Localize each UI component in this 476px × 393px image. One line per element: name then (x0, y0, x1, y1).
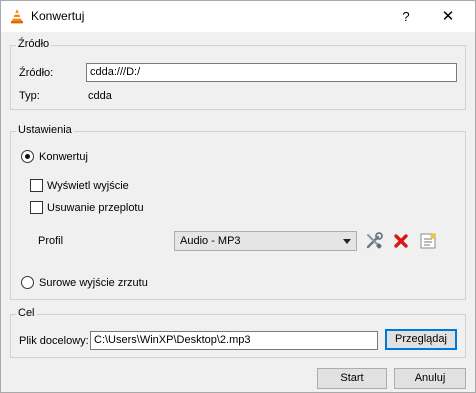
source-input[interactable]: cdda:///D:/ (86, 63, 457, 82)
dest-file-label: Plik docelowy: (19, 335, 89, 347)
close-button[interactable]: ✕ (437, 6, 459, 28)
target-group-title: Cel (16, 307, 37, 319)
help-button[interactable]: ? (396, 7, 416, 27)
convert-radio-label[interactable]: Konwertuj (39, 151, 88, 163)
raw-dump-radio[interactable] (21, 276, 34, 289)
wrench-screwdriver-icon[interactable] (364, 231, 384, 251)
settings-group-title: Ustawienia (16, 124, 74, 136)
type-value: cdda (88, 90, 112, 102)
show-output-checkbox[interactable] (30, 179, 43, 192)
vlc-cone-icon (11, 9, 23, 24)
profile-select[interactable]: Audio - MP3 (174, 231, 357, 251)
window-title: Konwertuj (31, 9, 85, 23)
new-document-icon[interactable] (418, 231, 438, 251)
dest-file-input[interactable]: C:\Users\WinXP\Desktop\2.mp3 (90, 331, 378, 350)
convert-radio[interactable] (21, 150, 34, 163)
convert-dialog: Konwertuj ? ✕ Źródło Źródło: cdda:///D:/… (0, 0, 476, 393)
show-output-label[interactable]: Wyświetl wyjście (47, 180, 129, 192)
deinterlace-label[interactable]: Usuwanie przeplotu (47, 202, 144, 214)
cancel-button[interactable]: Anuluj (394, 368, 466, 389)
source-label: Źródło: (19, 67, 54, 79)
start-button[interactable]: Start (317, 368, 387, 389)
profile-select-value: Audio - MP3 (180, 235, 241, 247)
type-label: Typ: (19, 90, 40, 102)
title-bar: Konwertuj ? ✕ (1, 1, 475, 32)
red-x-icon[interactable] (391, 231, 411, 251)
source-group-title: Źródło (16, 38, 52, 50)
chevron-down-icon (343, 239, 351, 244)
browse-button[interactable]: Przeglądaj (385, 329, 457, 350)
raw-dump-radio-label[interactable]: Surowe wyjście zrzutu (39, 277, 148, 289)
deinterlace-checkbox[interactable] (30, 201, 43, 214)
profile-label: Profil (38, 235, 64, 247)
